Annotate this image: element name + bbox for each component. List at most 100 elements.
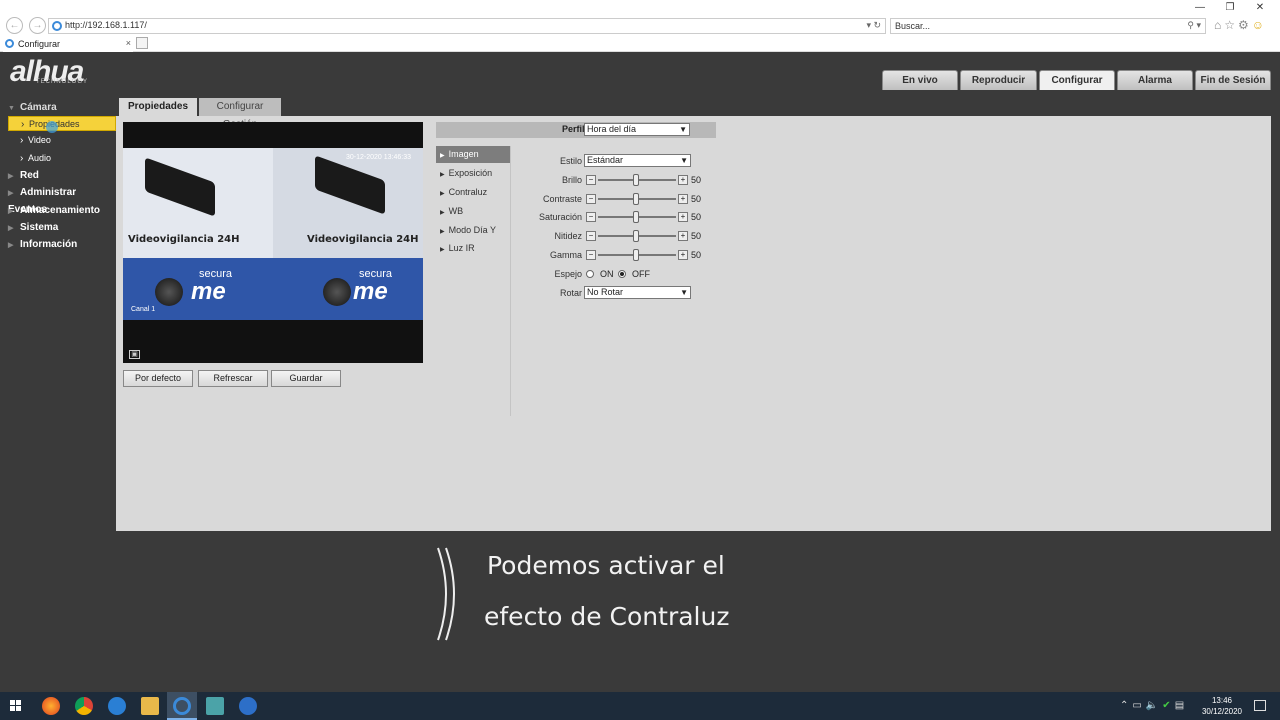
submenu-wb[interactable]: ▶ WB [436,203,510,220]
minus-icon[interactable]: − [586,212,596,222]
tab-config-management[interactable]: Configurar Gestión [199,98,281,130]
sidebar-group-info[interactable]: ▶ Información [8,237,77,253]
fullscreen-icon[interactable]: ▣ [129,350,140,359]
favorites-star-icon[interactable]: ☆ [1224,18,1238,32]
search-placeholder[interactable]: Buscar... [895,21,930,31]
address-text[interactable]: http://192.168.1.117/ [65,20,147,30]
speaker-muted-icon[interactable]: 🔈 [1146,700,1162,711]
chrome-icon[interactable] [75,697,93,715]
minimize-icon[interactable]: — [1185,2,1215,13]
player-app-icon[interactable] [239,697,257,715]
minus-icon[interactable]: − [586,231,596,241]
minus-icon[interactable]: − [586,250,596,260]
internet-explorer-icon[interactable] [173,697,191,715]
sidebar-item-video[interactable]: › Video [8,133,116,148]
brand-bottom-right: me [353,278,388,305]
collapse-triangle-icon: ▶ [8,242,14,249]
subtitle-line-2: efecto de Contraluz [484,602,730,631]
submenu-image[interactable]: ▶ Imagen [436,146,510,163]
ie-favicon-icon [52,21,62,31]
plus-icon[interactable]: + [678,194,688,204]
sidebar-group-network[interactable]: ▶ Red [8,168,39,184]
plus-icon[interactable]: + [678,175,688,185]
submenu-exposure[interactable]: ▶ Exposición [436,165,510,182]
rotate-select[interactable]: No Rotar ▼ [584,286,691,299]
browser-tab[interactable]: Configurar × [3,36,133,52]
sign-text-right: Videovigilancia 24H [307,234,419,245]
save-button[interactable]: Guardar [271,370,341,387]
sharpness-value: 50 [691,231,702,241]
search-input[interactable]: Buscar... ⚲ ▾ [890,18,1206,34]
display-icon[interactable]: ▭ [1132,700,1145,711]
sidebar-group-events[interactable]: ▶ Administrar Eventos [8,185,116,215]
collapse-triangle-icon: ▶ [8,173,14,180]
submenu-day-night[interactable]: ▶ Modo Día Y [436,222,510,239]
submenu-backlight[interactable]: ▶ Contraluz [436,184,510,201]
sidebar-group-camera[interactable]: ▼ Cámara [8,100,57,116]
new-tab-button[interactable] [136,37,148,49]
saturation-slider[interactable]: − + [586,211,690,223]
settings-gear-icon[interactable]: ⚙ [1238,18,1252,32]
sidebar-item-audio[interactable]: › Audio [8,151,116,166]
minus-icon[interactable]: − [586,194,596,204]
slider-thumb[interactable] [633,193,639,205]
clock-date: 30/12/2020 [1201,707,1243,716]
home-icon[interactable]: ⌂ [1214,18,1224,32]
search-icon[interactable]: ⚲ ▾ [1187,20,1201,31]
system-tray[interactable]: ⌃▭🔈✔▤ [1120,700,1188,711]
contrast-slider[interactable]: − + [586,193,690,205]
back-icon[interactable]: ← [6,17,23,34]
refresh-icon[interactable]: ▾ ↻ [866,20,881,31]
profile-select-value: Hora del día [587,124,637,134]
submenu-label: WB [448,206,464,216]
tray-chevron-up-icon[interactable]: ⌃ [1120,700,1132,711]
plus-icon[interactable]: + [678,231,688,241]
close-window-icon[interactable]: ✕ [1245,2,1275,13]
video-preview: Videovigilancia 24H Videovigilancia 24H … [123,122,423,363]
windows-start-icon[interactable] [10,700,22,712]
firefox-icon[interactable] [42,697,60,715]
camera-drawing-icon [145,157,215,217]
sharpness-slider[interactable]: − + [586,230,690,242]
check-icon[interactable]: ✔ [1162,700,1174,711]
address-bar[interactable]: http://192.168.1.117/ ▾ ↻ [48,18,886,34]
submenu-ir-light[interactable]: ▶ Luz IR [436,240,510,257]
arrow-right-icon: ▶ [440,172,445,178]
file-explorer-icon[interactable] [141,697,159,715]
network-app-icon[interactable] [206,697,224,715]
smiley-icon[interactable]: ☺ [1252,18,1267,32]
sidebar-item-properties[interactable]: ›Propiedades [8,116,116,131]
gamma-slider[interactable]: − + [586,249,690,261]
profile-select[interactable]: Hora del día ▼ [584,123,690,136]
slider-thumb[interactable] [633,211,639,223]
style-select[interactable]: Estándar ▼ [584,154,691,167]
app-icon[interactable] [108,697,126,715]
restore-icon[interactable]: ❐ [1215,2,1245,13]
default-button[interactable]: Por defecto [123,370,193,387]
tab-properties[interactable]: Propiedades [119,98,197,116]
forward-icon[interactable]: → [29,17,46,34]
tab-title: Configurar [18,39,61,49]
sidebar-group-system[interactable]: ▶ Sistema [8,220,58,236]
plus-icon[interactable]: + [678,212,688,222]
slider-thumb[interactable] [633,174,639,186]
network-icon[interactable]: ▤ [1175,700,1188,711]
minus-icon[interactable]: − [586,175,596,185]
chevron-down-icon: ▼ [680,288,688,297]
mirror-on-radio[interactable] [586,270,594,278]
nav-tab-playback[interactable]: Reproducir [960,70,1037,90]
plus-icon[interactable]: + [678,250,688,260]
mirror-off-radio[interactable] [618,270,626,278]
slider-thumb[interactable] [633,249,639,261]
refresh-button[interactable]: Refrescar [198,370,268,387]
notification-icon[interactable] [1254,700,1266,711]
sidebar-group-storage[interactable]: ▶ Almacenamiento [8,203,100,219]
clock[interactable]: 13:46 30/12/2020 [1198,695,1246,717]
nav-tab-setup[interactable]: Configurar [1039,70,1115,90]
brightness-slider[interactable]: − + [586,174,690,186]
nav-tab-alarm[interactable]: Alarma [1117,70,1193,90]
tab-close-icon[interactable]: × [126,38,131,48]
nav-tab-live[interactable]: En vivo [882,70,958,90]
slider-thumb[interactable] [633,230,639,242]
nav-tab-logout[interactable]: Fin de Sesión [1195,70,1271,90]
